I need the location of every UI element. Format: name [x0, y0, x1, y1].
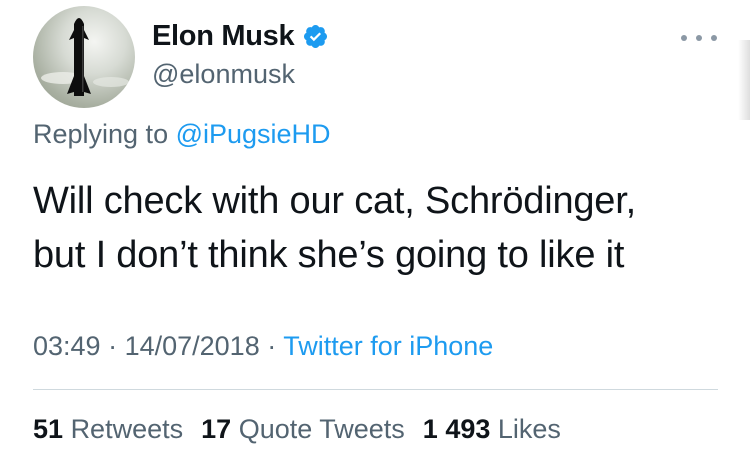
author-display-name[interactable]: Elon Musk: [152, 20, 295, 53]
retweets-stat[interactable]: 51 Retweets: [33, 414, 183, 445]
quote-tweets-count: 17: [201, 414, 232, 444]
meta-separator: ·: [100, 331, 125, 361]
tweet-text: Will check with our cat, Schrödinger, bu…: [33, 174, 733, 282]
more-dot-icon: [681, 35, 687, 41]
reply-mention-link[interactable]: @iPugsieHD: [176, 119, 331, 149]
author-name-row: Elon Musk: [152, 20, 329, 53]
tweet-card: Elon Musk @elonmusk Replying to @iPugsie…: [0, 0, 750, 469]
tweet-metadata: 03:49 · 14/07/2018 · Twitter for iPhone: [33, 331, 493, 362]
tweet-text-line: Will check with our cat, Schrödinger,: [33, 180, 636, 222]
likes-count: 1 493: [422, 414, 491, 444]
engagement-stats: 51 Retweets 17 Quote Tweets 1 493 Likes: [33, 414, 561, 445]
tweet-date[interactable]: 14/07/2018: [125, 331, 260, 361]
meta-separator: ·: [259, 331, 284, 361]
tweet-source-link[interactable]: Twitter for iPhone: [283, 331, 493, 361]
verified-badge-icon: [304, 24, 328, 49]
quote-tweets-label: Quote Tweets: [238, 414, 405, 444]
author-handle[interactable]: @elonmusk: [152, 59, 295, 90]
retweets-label: Retweets: [70, 414, 184, 444]
tweet-text-line: but I don’t think she’s going to like it: [33, 234, 625, 276]
starship-rocket-icon: [41, 18, 129, 96]
divider: [33, 389, 718, 390]
replying-to-prefix: Replying to: [33, 119, 176, 149]
more-options-button[interactable]: [681, 28, 717, 48]
replying-to: Replying to @iPugsieHD: [33, 119, 331, 150]
tweet-time[interactable]: 03:49: [33, 331, 101, 361]
likes-label: Likes: [497, 414, 561, 444]
scroll-edge-shadow: [738, 40, 750, 120]
retweets-count: 51: [33, 414, 64, 444]
quote-tweets-stat[interactable]: 17 Quote Tweets: [201, 414, 405, 445]
likes-stat[interactable]: 1 493 Likes: [423, 414, 561, 445]
more-dot-icon: [711, 35, 717, 41]
more-dot-icon: [696, 35, 702, 41]
author-avatar[interactable]: [33, 6, 135, 108]
